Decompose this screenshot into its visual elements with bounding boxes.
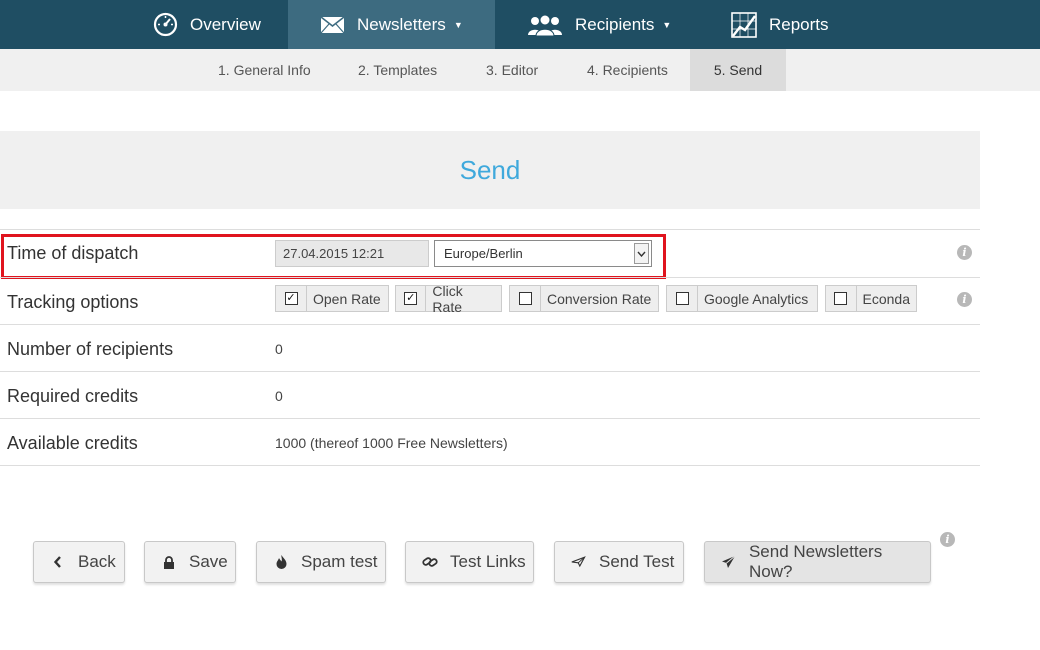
- tracking-conversion-rate[interactable]: Conversion Rate: [509, 285, 659, 312]
- paper-plane-icon: [721, 555, 737, 569]
- back-button[interactable]: Back: [33, 541, 125, 583]
- chevron-down-icon: ▼: [662, 19, 672, 30]
- nav-recipients[interactable]: Recipients ▼: [527, 0, 677, 49]
- chevron-down-icon: ▼: [453, 19, 463, 30]
- tracking-google-analytics[interactable]: Google Analytics: [666, 285, 818, 312]
- chevron-left-icon: [50, 556, 66, 568]
- tracking-click-rate[interactable]: ✓ Click Rate: [395, 283, 502, 315]
- google-analytics-checkbox[interactable]: [675, 292, 689, 305]
- link-icon: [422, 555, 438, 569]
- step-general-info[interactable]: 1. General Info: [218, 49, 311, 91]
- nav-overview-label: Overview: [190, 14, 261, 34]
- section-header: Send: [0, 131, 980, 209]
- users-icon: [527, 14, 563, 36]
- lock-icon: [161, 555, 177, 569]
- open-rate-checkbox[interactable]: ✓: [284, 292, 298, 305]
- available-credits-label: Available credits: [7, 433, 138, 453]
- chart-icon: [731, 11, 757, 38]
- step-editor[interactable]: 3. Editor: [486, 49, 538, 91]
- envelope-icon: [320, 15, 345, 34]
- available-credits-row: Available credits 1000 (thereof 1000 Fre…: [0, 418, 980, 466]
- top-navigation: Overview Newsletters ▼ Recipients ▼ Repo…: [0, 0, 1040, 49]
- send-test-button[interactable]: Send Test: [554, 541, 684, 583]
- dashboard-icon: [153, 12, 178, 37]
- nav-reports-label: Reports: [769, 14, 829, 34]
- click-rate-checkbox[interactable]: ✓: [404, 292, 418, 305]
- highlight-box: [1, 234, 666, 279]
- nav-newsletters[interactable]: Newsletters ▼: [288, 0, 495, 49]
- recipients-row: Number of recipients 0: [0, 324, 980, 371]
- step-navigation: 1. General Info 2. Templates 3. Editor 4…: [0, 49, 1040, 91]
- conversion-rate-checkbox[interactable]: [518, 292, 532, 305]
- nav-reports[interactable]: Reports: [731, 0, 841, 49]
- flame-icon: [273, 555, 289, 569]
- available-credits-value: 1000 (thereof 1000 Free Newsletters): [275, 435, 508, 451]
- tracking-row: Tracking options ✓ Open Rate ✓ Click Rat…: [0, 277, 980, 325]
- required-credits-label: Required credits: [7, 386, 139, 406]
- required-credits-row: Required credits 0: [0, 371, 980, 418]
- save-button[interactable]: Save: [144, 541, 236, 583]
- tracking-label: Tracking options: [7, 292, 139, 312]
- step-send[interactable]: 5. Send: [690, 49, 786, 91]
- page-title: Send: [459, 154, 521, 185]
- info-icon[interactable]: i: [957, 245, 972, 260]
- info-icon[interactable]: i: [940, 532, 955, 547]
- spam-test-button[interactable]: Spam test: [256, 541, 386, 583]
- nav-newsletters-label: Newsletters: [357, 14, 446, 34]
- nav-recipients-label: Recipients: [575, 14, 655, 34]
- send-newsletters-now-button[interactable]: Send Newsletters Now?: [704, 541, 931, 583]
- recipients-value: 0: [275, 341, 283, 357]
- step-recipients[interactable]: 4. Recipients: [587, 49, 668, 91]
- step-templates[interactable]: 2. Templates: [358, 49, 437, 91]
- required-credits-value: 0: [275, 388, 283, 404]
- recipients-label: Number of recipients: [7, 339, 174, 359]
- send-test-icon: [571, 555, 587, 569]
- tracking-open-rate[interactable]: ✓ Open Rate: [275, 285, 389, 312]
- test-links-button[interactable]: Test Links: [405, 541, 534, 583]
- nav-overview[interactable]: Overview: [153, 0, 273, 49]
- econda-checkbox[interactable]: [834, 292, 848, 305]
- tracking-econda[interactable]: Econda: [825, 285, 917, 312]
- info-icon[interactable]: i: [957, 292, 972, 307]
